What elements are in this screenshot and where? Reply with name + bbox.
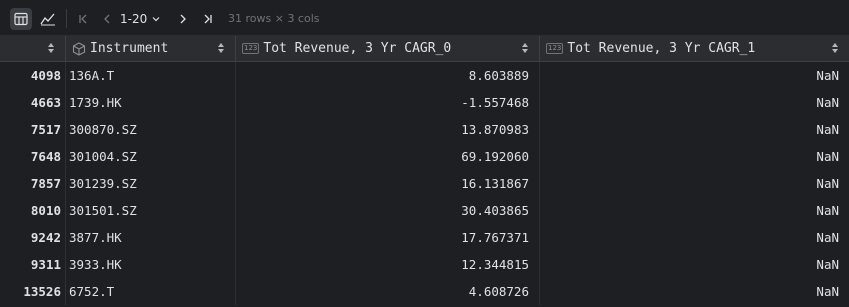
data-grid: Instrument 123 Tot Revenue, 3 Yr CAGR_0 … bbox=[0, 36, 849, 307]
toolbar-separator bbox=[66, 9, 67, 28]
cagr-1-cell[interactable]: NaN bbox=[540, 170, 849, 197]
instrument-cell[interactable]: 300870.SZ bbox=[66, 116, 236, 143]
first-page-button[interactable] bbox=[72, 8, 94, 30]
table-view-button[interactable] bbox=[10, 8, 32, 30]
cagr-1-cell[interactable]: NaN bbox=[540, 143, 849, 170]
numeric-type-icon: 123 bbox=[242, 43, 260, 54]
chevron-right-icon bbox=[180, 14, 186, 24]
row-index: 13526 bbox=[0, 278, 66, 305]
column-header-instrument[interactable]: Instrument bbox=[66, 36, 236, 62]
first-page-icon bbox=[79, 14, 87, 24]
chevron-left-icon bbox=[104, 14, 110, 24]
table-row[interactable]: 7517 300870.SZ 13.870983 NaN bbox=[0, 116, 849, 143]
sort-icon[interactable] bbox=[831, 41, 839, 55]
cagr-1-cell[interactable]: NaN bbox=[540, 197, 849, 224]
table-row[interactable]: 7648 301004.SZ 69.192060 NaN bbox=[0, 143, 849, 170]
table-row[interactable]: 4098 136A.T 8.603889 NaN bbox=[0, 62, 849, 89]
row-count-info: 31 rows × 3 cols bbox=[228, 12, 320, 25]
row-index: 7857 bbox=[0, 170, 66, 197]
next-page-button[interactable] bbox=[172, 8, 194, 30]
index-column-header[interactable] bbox=[0, 36, 66, 62]
instrument-cell[interactable]: 301004.SZ bbox=[66, 143, 236, 170]
table-row[interactable]: 8010 301501.SZ 30.403865 NaN bbox=[0, 197, 849, 224]
cagr-1-cell[interactable]: NaN bbox=[540, 224, 849, 251]
row-index: 7517 bbox=[0, 116, 66, 143]
column-header-cagr-1[interactable]: 123 Tot Revenue, 3 Yr CAGR_1 bbox=[540, 36, 849, 62]
last-page-button[interactable] bbox=[197, 8, 219, 30]
row-index: 8010 bbox=[0, 197, 66, 224]
cagr-0-cell[interactable]: 30.403865 bbox=[236, 197, 540, 224]
line-chart-icon bbox=[40, 13, 55, 26]
table-row[interactable]: 9311 3933.HK 12.344815 NaN bbox=[0, 251, 849, 278]
column-header-cagr-0[interactable]: 123 Tot Revenue, 3 Yr CAGR_0 bbox=[236, 36, 540, 62]
instrument-cell[interactable]: 3933.HK bbox=[66, 251, 236, 278]
cagr-0-cell[interactable]: 12.344815 bbox=[236, 251, 540, 278]
row-index: 7648 bbox=[0, 143, 66, 170]
cagr-1-cell[interactable]: NaN bbox=[540, 89, 849, 116]
toolbar: 1-20 31 rows × 3 cols bbox=[0, 0, 849, 36]
sort-icon[interactable] bbox=[217, 41, 225, 55]
column-header-label: Tot Revenue, 3 Yr CAGR_0 bbox=[263, 41, 452, 56]
cagr-0-cell[interactable]: 16.131867 bbox=[236, 170, 540, 197]
sort-icon[interactable] bbox=[521, 41, 529, 55]
page-range-dropdown[interactable]: 1-20 bbox=[120, 9, 161, 29]
row-index: 9311 bbox=[0, 251, 66, 278]
cagr-1-cell[interactable]: NaN bbox=[540, 62, 849, 89]
column-header-label: Tot Revenue, 3 Yr CAGR_1 bbox=[567, 41, 756, 56]
cagr-0-cell[interactable]: 17.767371 bbox=[236, 224, 540, 251]
chevron-down-icon bbox=[152, 17, 160, 22]
page-range-label: 1-20 bbox=[120, 12, 148, 26]
table-row[interactable]: 13526 6752.T 4.608726 NaN bbox=[0, 278, 849, 305]
cagr-1-cell[interactable]: NaN bbox=[540, 251, 849, 278]
instrument-cell[interactable]: 136A.T bbox=[66, 62, 236, 89]
instrument-cell[interactable]: 1739.HK bbox=[66, 89, 236, 116]
cagr-0-cell[interactable]: 69.192060 bbox=[236, 143, 540, 170]
cagr-0-cell[interactable]: 8.603889 bbox=[236, 62, 540, 89]
instrument-cell[interactable]: 3877.HK bbox=[66, 224, 236, 251]
table-row[interactable]: 9242 3877.HK 17.767371 NaN bbox=[0, 224, 849, 251]
table-row[interactable]: 4663 1739.HK -1.557468 NaN bbox=[0, 89, 849, 116]
chart-view-button[interactable] bbox=[37, 8, 59, 30]
cagr-0-cell[interactable]: -1.557468 bbox=[236, 89, 540, 116]
instrument-cell[interactable]: 301501.SZ bbox=[66, 197, 236, 224]
cagr-1-cell[interactable]: NaN bbox=[540, 278, 849, 305]
last-page-icon bbox=[204, 14, 212, 24]
cagr-0-cell[interactable]: 13.870983 bbox=[236, 116, 540, 143]
table-icon bbox=[14, 12, 28, 26]
previous-page-button[interactable] bbox=[96, 8, 118, 30]
cagr-0-cell[interactable]: 4.608726 bbox=[236, 278, 540, 305]
cube-icon bbox=[72, 41, 86, 56]
cagr-1-cell[interactable]: NaN bbox=[540, 116, 849, 143]
numeric-type-icon: 123 bbox=[546, 43, 564, 54]
instrument-cell[interactable]: 301239.SZ bbox=[66, 170, 236, 197]
row-index: 4663 bbox=[0, 89, 66, 116]
table-row[interactable]: 7857 301239.SZ 16.131867 NaN bbox=[0, 170, 849, 197]
row-index: 9242 bbox=[0, 224, 66, 251]
sort-icon[interactable] bbox=[47, 41, 55, 55]
row-index: 4098 bbox=[0, 62, 66, 89]
column-header-label: Instrument bbox=[90, 41, 169, 56]
instrument-cell[interactable]: 6752.T bbox=[66, 278, 236, 305]
